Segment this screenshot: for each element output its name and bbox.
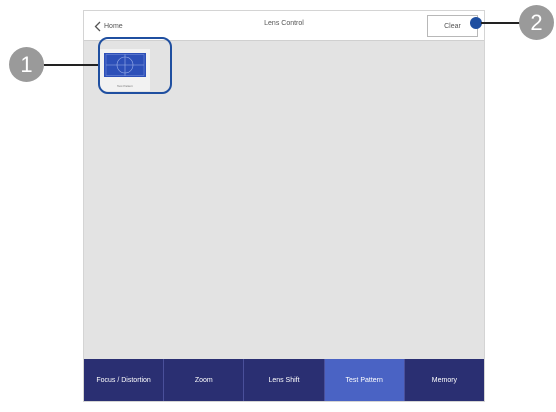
tab-lens-shift[interactable]: Lens Shift bbox=[244, 359, 325, 401]
callout-2-line bbox=[481, 22, 521, 24]
tab-focus-distortion[interactable]: Focus / Distortion bbox=[84, 359, 165, 401]
page-title: Lens Control bbox=[264, 20, 304, 27]
bottom-tab-bar: Focus / Distortion Zoom Lens Shift Test … bbox=[84, 359, 484, 401]
tab-memory[interactable]: Memory bbox=[405, 359, 484, 401]
tab-test-pattern[interactable]: Test Pattern bbox=[324, 359, 405, 401]
callout-1-marker: 1 bbox=[9, 47, 44, 82]
tab-zoom[interactable]: Zoom bbox=[164, 359, 245, 401]
callout-1-line bbox=[44, 64, 98, 66]
callout-2-marker: 2 bbox=[519, 5, 554, 40]
callout-1-highlight bbox=[98, 37, 172, 94]
